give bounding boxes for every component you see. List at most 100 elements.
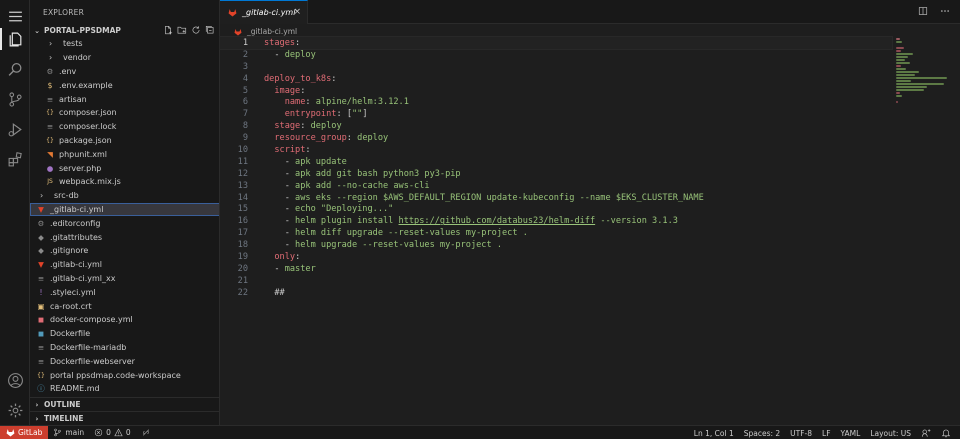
file-tree-item[interactable]: ◼ docker-compose.yml	[30, 313, 219, 327]
minimap-line	[896, 95, 902, 97]
new-file-icon[interactable]	[163, 24, 173, 35]
extensions-icon[interactable]	[0, 144, 30, 174]
minimap[interactable]	[892, 37, 952, 425]
chevron-right-icon: ›	[35, 414, 39, 423]
code-line[interactable]: 16 - helm plugin install https://github.…	[220, 215, 892, 227]
file-tree-item[interactable]: ◆ .gitattributes	[30, 230, 219, 244]
file-tree-item[interactable]: ⓘ README.md	[30, 382, 219, 396]
end-of-line[interactable]: LF	[817, 429, 836, 438]
code-editor[interactable]: 1 stages: 2 - deploy 3 4 deploy_to_k8s: 5 imag…	[219, 36, 893, 425]
file-tree-item[interactable]: ▼ _gitlab-ci.yml	[30, 202, 219, 217]
outline-label: OUTLINE	[44, 400, 81, 409]
code-token: name	[284, 97, 306, 108]
code-link[interactable]: https://github.com/databus23/helm-diff	[399, 216, 596, 226]
timeline-section-header[interactable]: › TIMELINE	[30, 411, 219, 425]
bell-icon[interactable]	[936, 428, 956, 438]
new-folder-icon[interactable]	[177, 24, 187, 35]
remote-indicator[interactable]: GitLab	[0, 425, 49, 439]
refresh-icon[interactable]	[191, 24, 201, 35]
editor-scrollbar[interactable]	[952, 37, 960, 425]
code-line[interactable]: 13 - apk add --no-cache aws-cli	[220, 180, 892, 192]
indentation[interactable]: Spaces: 2	[739, 429, 785, 438]
code-line[interactable]: 19 only:	[220, 251, 892, 263]
code-line[interactable]: 4 deploy_to_k8s:	[220, 73, 892, 85]
file-tree-item[interactable]: › vendor	[30, 51, 219, 65]
code-line[interactable]: 7 entrypoint: [""]	[220, 108, 892, 120]
file-tree-item[interactable]: $ .env.example	[30, 78, 219, 92]
file-tree-item[interactable]: ≡ Dockerfile-webserver	[30, 354, 219, 368]
branch-indicator[interactable]: main	[48, 428, 89, 437]
file-tree-item[interactable]: ◆ .gitignore	[30, 244, 219, 258]
code-line[interactable]: 15 - echo "Deploying..."	[220, 203, 892, 215]
file-tree-item[interactable]: ≡ .gitlab-ci.yml_xx	[30, 272, 219, 286]
code-line[interactable]: 20 - master	[220, 263, 892, 275]
encoding[interactable]: UTF-8	[785, 429, 817, 438]
code-line[interactable]: 9 resource_group: deploy	[220, 132, 892, 144]
code-line[interactable]: 22 ##	[220, 287, 892, 299]
feedback-icon[interactable]	[916, 428, 936, 438]
code-line[interactable]: 3	[220, 61, 892, 73]
collapse-all-icon[interactable]	[205, 24, 215, 35]
source-control-icon[interactable]	[0, 84, 30, 114]
file-tree-item[interactable]: ◥ phpunit.xml	[30, 147, 219, 161]
code-line[interactable]: 8 stage: deploy	[220, 120, 892, 132]
line-number: 10	[237, 144, 248, 155]
cursor-position[interactable]: Ln 1, Col 1	[689, 429, 739, 438]
line-number: 18	[237, 240, 248, 251]
more-actions-icon[interactable]	[940, 6, 950, 19]
code-line[interactable]: 11 - apk update	[220, 156, 892, 168]
code-line[interactable]: 12 - apk add git bash python3 py3-pip	[220, 168, 892, 180]
no-ports-indicator[interactable]	[136, 428, 156, 437]
file-tree-item[interactable]: {} portal ppsdmap.code-workspace	[30, 368, 219, 382]
file-tree-item[interactable]: ◼ Dockerfile	[30, 327, 219, 341]
code-token: ]	[362, 109, 368, 120]
file-tree-item[interactable]: ⚙ .editorconfig	[30, 216, 219, 230]
file-tree-item[interactable]: ▣ ca-root.crt	[30, 299, 219, 313]
code-line[interactable]: 17 - helm diff upgrade --reset-values my…	[220, 227, 892, 239]
code-line[interactable]: 5 image:	[220, 85, 892, 97]
file-tree-item[interactable]: ≡ Dockerfile-mariadb	[30, 341, 219, 355]
code-line[interactable]: 6 name: alpine/helm:3.12.1	[220, 96, 892, 108]
file-tree-item[interactable]: ≡ composer.lock	[30, 120, 219, 134]
file-tree-item[interactable]: {} package.json	[30, 134, 219, 148]
code-text: - deploy	[248, 50, 315, 60]
search-icon[interactable]	[0, 54, 30, 84]
file-tree-item[interactable]: ! .styleci.yml	[30, 285, 219, 299]
code-line[interactable]: 2 - deploy	[220, 49, 892, 61]
file-tree-item[interactable]: ⚙ .env	[30, 65, 219, 79]
file-tree-item[interactable]: › tests	[30, 37, 219, 51]
file-tree-item[interactable]: JS webpack.mix.js	[30, 175, 219, 189]
explorer-icon[interactable]	[0, 24, 30, 54]
run-debug-icon[interactable]	[0, 114, 30, 144]
file-tree-item[interactable]: ▼ .gitlab-ci.yml	[30, 258, 219, 272]
file-tree-item[interactable]: ● server.php	[30, 161, 219, 175]
file-tree-item[interactable]: ≡ artisan	[30, 92, 219, 106]
file-tree-item[interactable]: {} composer.json	[30, 106, 219, 120]
code-text: stage: deploy	[248, 121, 341, 131]
code-line[interactable]: 14 - aws eks --region $AWS_DEFAULT_REGIO…	[220, 192, 892, 204]
problems-indicator[interactable]: 0 0	[89, 428, 136, 437]
file-tree-item[interactable]: › src-db	[30, 189, 219, 203]
keyboard-layout[interactable]: Layout: US	[865, 429, 916, 438]
docker-icon: ◼	[37, 315, 45, 325]
code-line[interactable]: 1 stages:	[219, 36, 893, 50]
gear-icon: ⚙	[37, 218, 45, 228]
file-tree-item-label: Dockerfile	[50, 329, 91, 339]
split-editor-icon[interactable]	[918, 6, 928, 19]
language-mode[interactable]: YAML	[836, 429, 866, 438]
account-icon[interactable]	[0, 365, 30, 395]
minimap-line	[896, 47, 905, 49]
exclamation-icon: !	[39, 287, 43, 297]
docker-icon: ◼	[37, 329, 45, 339]
code-line[interactable]: 10 script:	[220, 144, 892, 156]
breadcrumb-file[interactable]: _gitlab-ci.yml	[247, 27, 297, 36]
code-line[interactable]: 18 - helm upgrade --reset-values my-proj…	[220, 239, 892, 251]
close-icon[interactable]: ×	[293, 7, 301, 17]
code-line[interactable]: 21	[220, 275, 892, 287]
tab-gitlab-ci[interactable]: _gitlab-ci.yml ×	[220, 0, 308, 24]
outline-section-header[interactable]: › OUTLINE	[30, 397, 219, 411]
error-icon	[94, 428, 103, 437]
settings-gear-icon[interactable]	[0, 395, 30, 425]
editor-actions	[918, 6, 950, 19]
